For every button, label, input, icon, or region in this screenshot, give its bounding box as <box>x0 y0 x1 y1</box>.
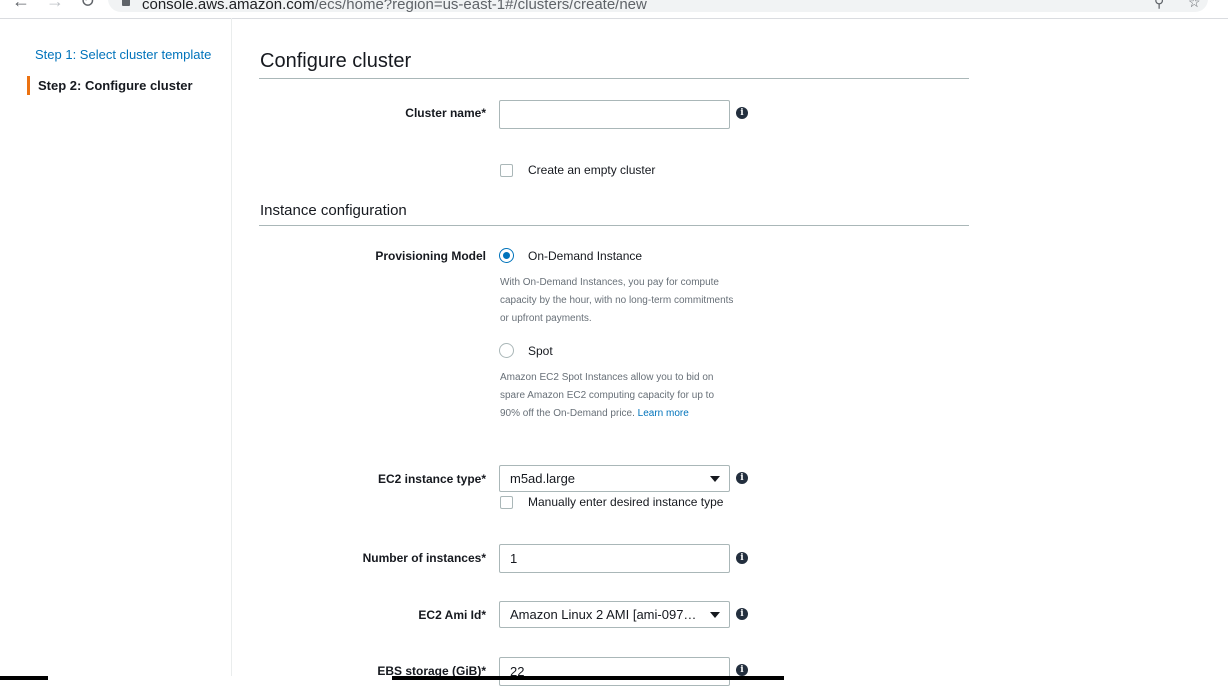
ami-info-icon[interactable]: i <box>736 608 748 620</box>
on-demand-description: With On-Demand Instances, you pay for co… <box>500 277 734 324</box>
spot-description: Amazon EC2 Spot Instances allow you to b… <box>500 372 715 419</box>
ec2-ami-id-label: EC2 Ami Id* <box>418 608 486 622</box>
provisioning-model-label: Provisioning Model <box>375 249 486 263</box>
chevron-down-icon <box>710 612 720 618</box>
search-icon[interactable]: ⚲ <box>1154 0 1164 11</box>
cluster-name-info-icon[interactable]: i <box>736 107 748 119</box>
learn-more-link[interactable]: Learn more <box>638 408 689 419</box>
section-divider <box>259 225 969 226</box>
forward-icon[interactable]: → <box>46 0 64 12</box>
on-demand-radio[interactable] <box>499 248 514 263</box>
page-title: Configure cluster <box>260 50 412 72</box>
step-2-current: Step 2: Configure cluster <box>27 76 193 95</box>
instance-type-info-icon[interactable]: i <box>736 472 748 484</box>
bottom-edge <box>0 676 1228 680</box>
lock-icon <box>122 0 130 6</box>
instance-configuration-heading: Instance configuration <box>260 202 407 219</box>
address-bar[interactable]: console.aws.amazon.com/ecs/home?region=u… <box>108 0 1208 13</box>
ec2-instance-type-label: EC2 instance type* <box>377 472 486 486</box>
ec2-instance-type-value: m5ad.large <box>510 471 576 486</box>
number-of-instances-input[interactable] <box>499 544 730 573</box>
on-demand-label: On-Demand Instance <box>528 249 643 263</box>
spot-radio[interactable] <box>499 343 514 358</box>
empty-cluster-checkbox[interactable] <box>500 164 513 177</box>
number-of-instances-label: Number of instances* <box>362 551 486 565</box>
ec2-instance-type-select[interactable]: m5ad.large <box>499 465 730 492</box>
back-icon[interactable]: ← <box>12 0 30 12</box>
cluster-name-label: Cluster name* <box>405 106 486 120</box>
wizard-steps-sidebar: Step 1: Select cluster template Step 2: … <box>0 18 232 680</box>
title-divider <box>259 78 969 79</box>
ec2-ami-id-select[interactable]: Amazon Linux 2 AMI [ami-097e3... <box>499 601 730 628</box>
num-instances-info-icon[interactable]: i <box>736 552 748 564</box>
empty-cluster-label: Create an empty cluster <box>528 163 656 177</box>
ec2-ami-id-value: Amazon Linux 2 AMI [ami-097e3... <box>510 607 709 622</box>
reload-icon[interactable]: ↻ <box>80 0 95 12</box>
manual-instance-type-checkbox[interactable] <box>500 496 513 509</box>
spot-label: Spot <box>528 344 553 358</box>
chevron-down-icon <box>710 476 720 482</box>
manual-instance-type-label: Manually enter desired instance type <box>528 495 724 509</box>
ebs-storage-input[interactable] <box>499 657 730 686</box>
browser-toolbar: ← → ↻ console.aws.amazon.com/ecs/home?re… <box>0 0 1228 19</box>
address-text: console.aws.amazon.com/ecs/home?region=u… <box>142 0 647 13</box>
step-1-link[interactable]: Step 1: Select cluster template <box>35 47 211 62</box>
cluster-name-input[interactable] <box>499 100 730 129</box>
ebs-info-icon[interactable]: i <box>736 664 748 676</box>
bookmark-star-icon[interactable]: ☆ <box>1188 0 1201 11</box>
